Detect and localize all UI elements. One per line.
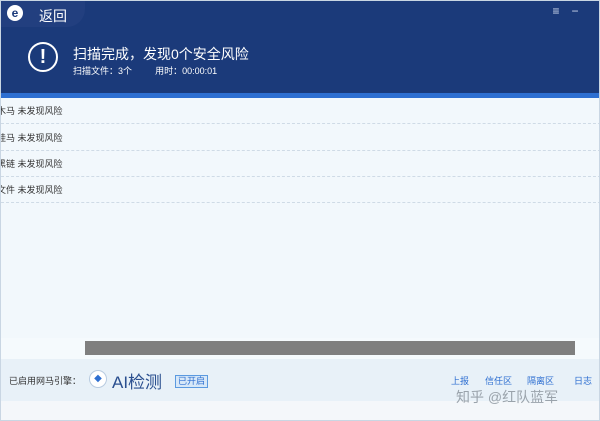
time-value: 00:00:01 bbox=[182, 66, 218, 76]
result-label: 木马 未发现风险 bbox=[0, 106, 63, 116]
exclamation-circle-icon: ! bbox=[28, 42, 58, 72]
ai-status-badge[interactable]: 已开启 bbox=[175, 375, 209, 388]
back-label: 返回 bbox=[39, 8, 67, 24]
page-title: 扫描完成，发现0个安全风险 bbox=[73, 46, 249, 62]
trust-zone-link[interactable]: 信任区 bbox=[485, 374, 512, 387]
engine-label: 已启用网马引擎： bbox=[9, 376, 82, 386]
menu-icon[interactable]: ≡ bbox=[549, 4, 563, 18]
header-banner: e 返回 ≡ − ! 扫描完成，发现0个安全风险 扫描文件：3个 用时：00:0… bbox=[1, 1, 599, 93]
result-label: 文件 未发现风险 bbox=[0, 185, 63, 195]
scan-files-value: 3个 bbox=[118, 66, 133, 76]
shield-ai-icon: ◆ bbox=[89, 370, 107, 388]
list-item: 黑链 未发现风险 bbox=[0, 151, 599, 177]
result-label: 挂马 未发现风险 bbox=[0, 133, 63, 143]
list-item: 木马 未发现风险 bbox=[0, 98, 599, 124]
result-label: 黑链 未发现风险 bbox=[0, 159, 63, 169]
horizontal-scrollbar[interactable] bbox=[85, 341, 575, 355]
back-button[interactable]: e 返回 bbox=[1, 1, 85, 27]
list-item: 文件 未发现风险 bbox=[0, 177, 599, 203]
time-label: 用时： bbox=[155, 66, 183, 76]
quarantine-link[interactable]: 隔离区 bbox=[527, 374, 554, 387]
scan-summary: 扫描文件：3个 用时：00:00:01 bbox=[73, 64, 217, 77]
list-item: 挂马 未发现风险 bbox=[0, 125, 599, 151]
log-link[interactable]: 日志 bbox=[574, 374, 592, 387]
results-list: 木马 未发现风险 挂马 未发现风险 黑链 未发现风险 文件 未发现风险 bbox=[0, 98, 599, 338]
minimize-icon[interactable]: − bbox=[568, 4, 582, 18]
app-logo-icon: e bbox=[7, 5, 23, 21]
scan-result-window: e 返回 ≡ − ! 扫描完成，发现0个安全风险 扫描文件：3个 用时：00:0… bbox=[0, 0, 600, 421]
scan-files-label: 扫描文件： bbox=[73, 66, 119, 76]
report-link[interactable]: 上报 bbox=[451, 374, 469, 387]
watermark: 知乎 @红队蓝军 bbox=[456, 389, 559, 405]
ai-detect-label: AI检测 bbox=[112, 373, 163, 392]
